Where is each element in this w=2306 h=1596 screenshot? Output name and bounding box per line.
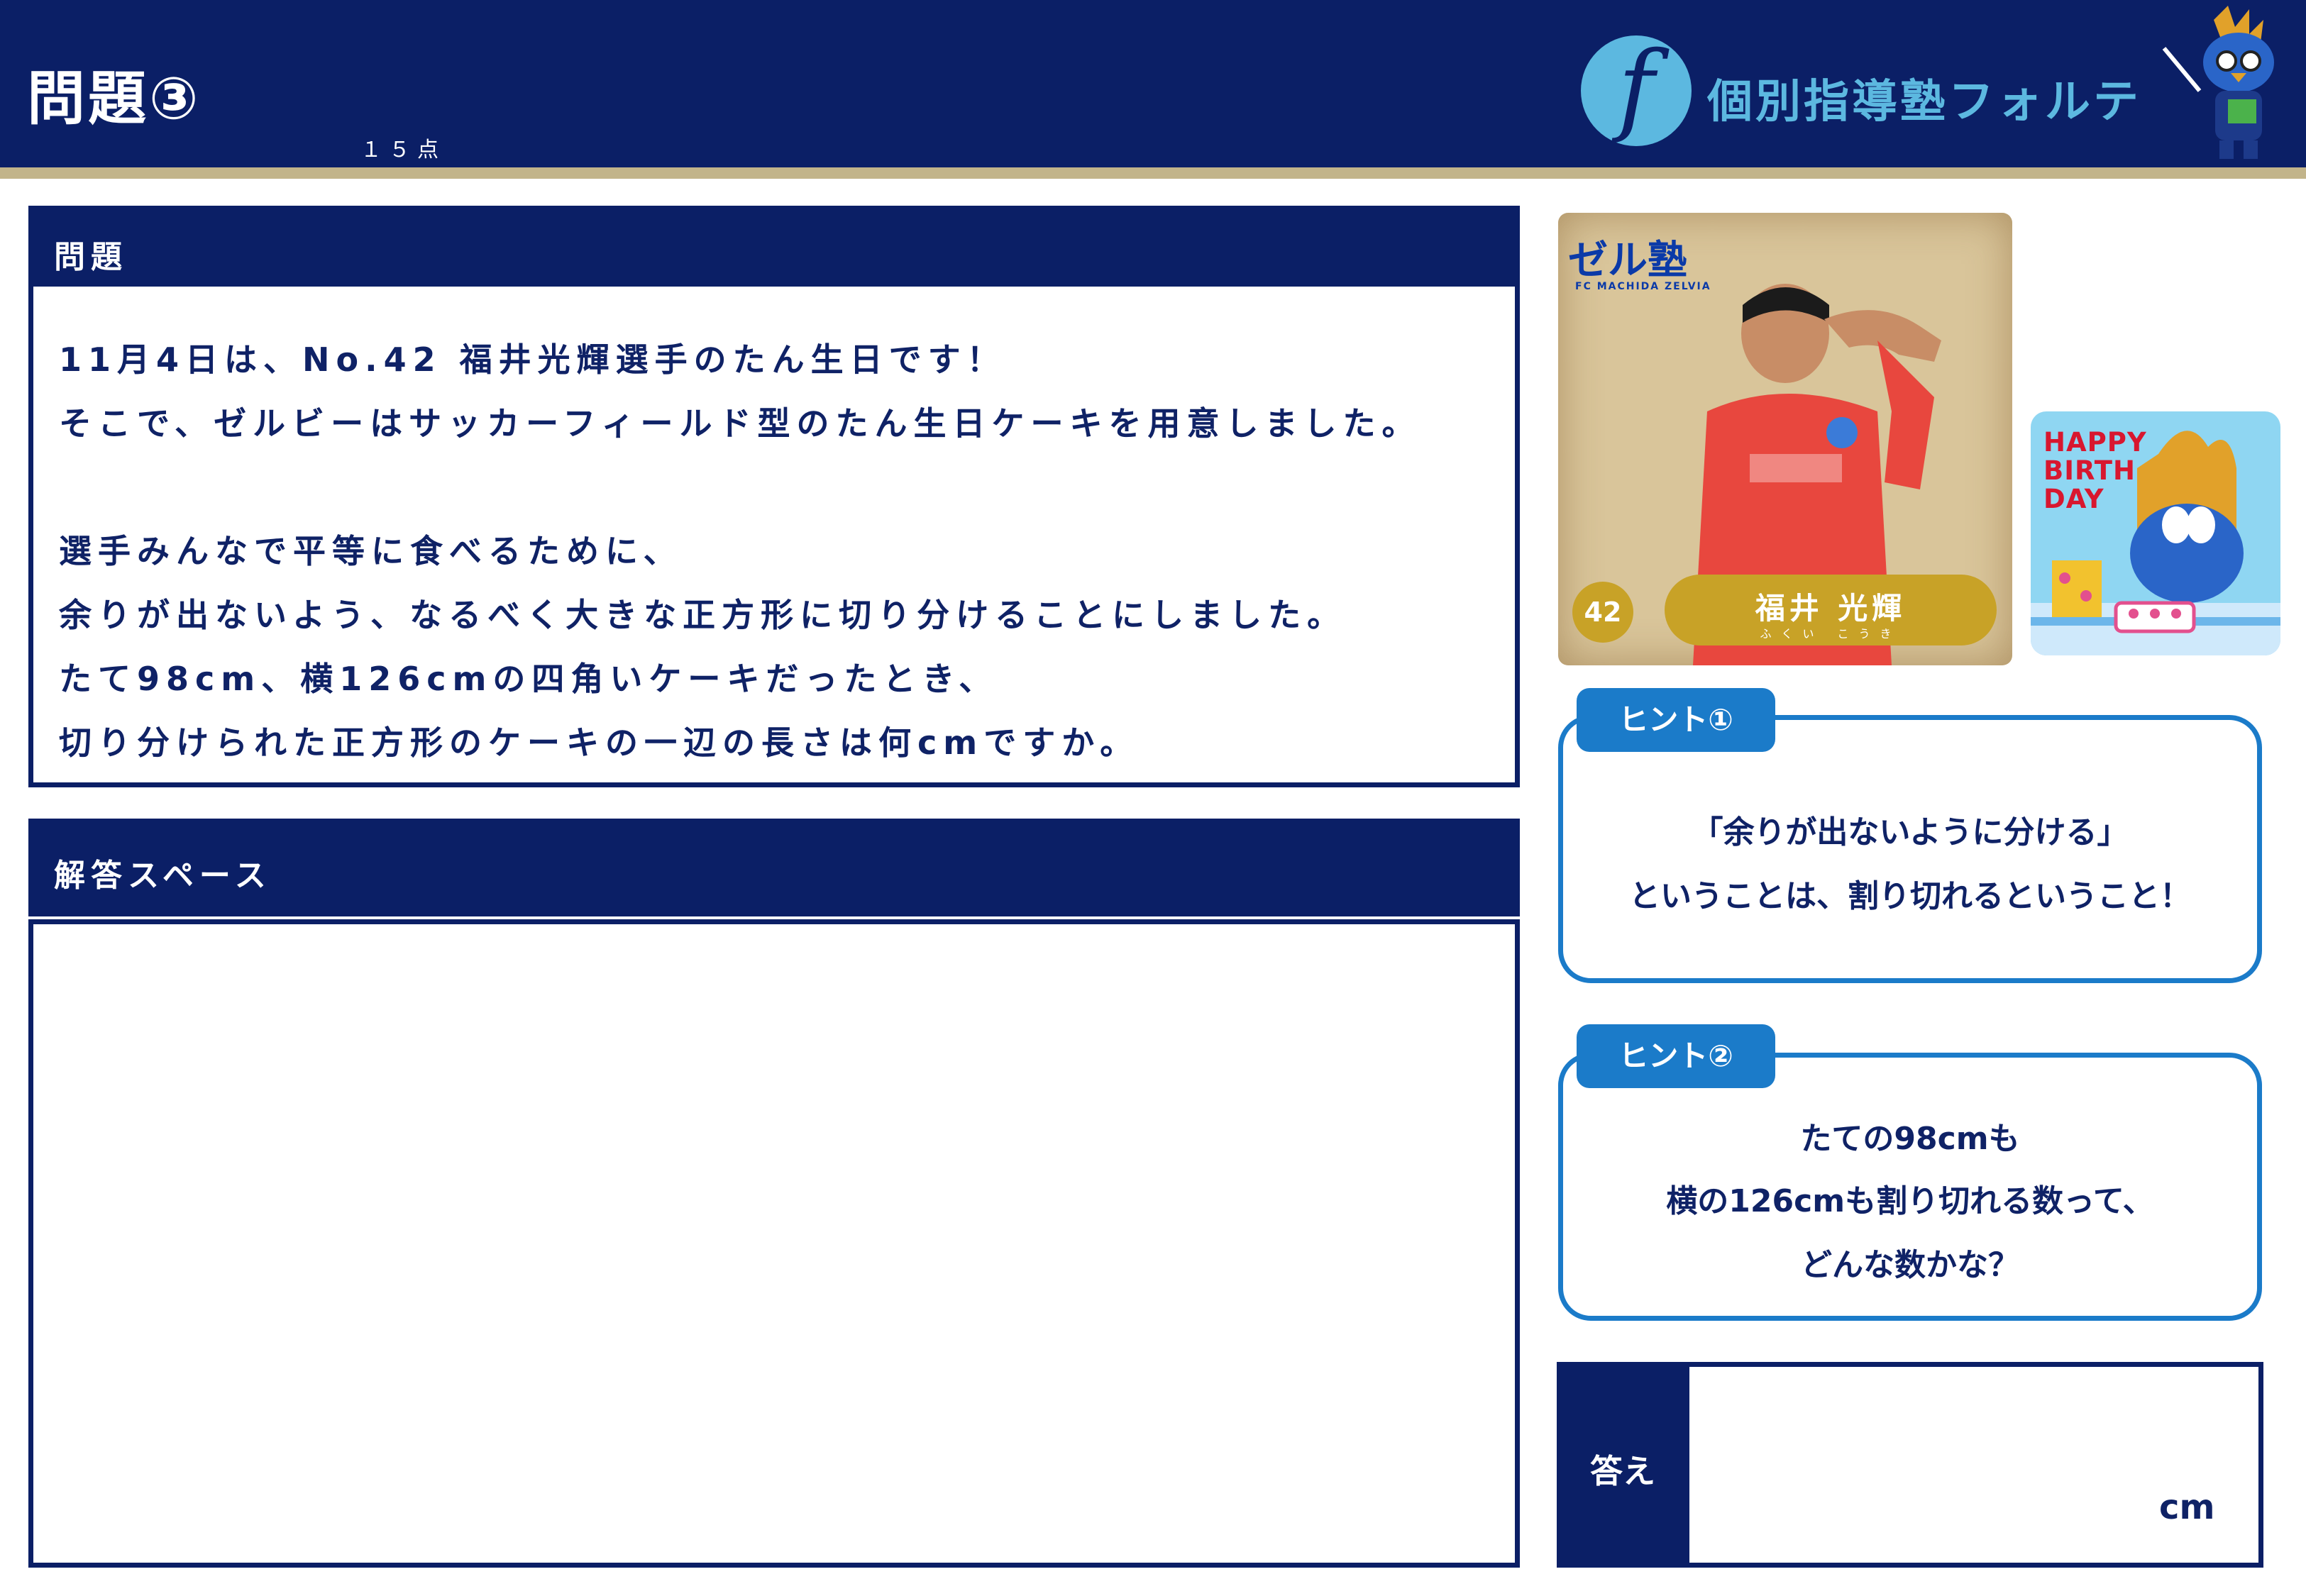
hint-1-line: 「余りが出ないように分ける」 [1692, 814, 2129, 850]
answer-label-box: 答え [1557, 1362, 1689, 1568]
question-box: 11月4日は、No.42 福井光輝選手のたん生日です！ そこで、ゼルビーはサッカ… [28, 287, 1520, 787]
points-label: １５点 [360, 138, 446, 162]
page-title: 問題③ [27, 65, 202, 133]
player-name: 福井 光輝 [1755, 591, 1907, 626]
question-line [59, 455, 1420, 519]
question-line: 切り分けられた正方形のケーキの一辺の長さは何cmですか。 [59, 724, 1140, 762]
birthday-line: HAPPY [2043, 427, 2147, 458]
hint-1-label: ヒント① [1577, 688, 1775, 752]
answer-space-area[interactable] [28, 919, 1520, 1568]
player-name-kana: ふくい こうき [1760, 627, 1902, 641]
question-line: 余りが出ないよう、なるべく大きな正方形に切り分けることにしました。 [59, 596, 1347, 634]
birthday-greeting: HAPPY BIRTH DAY [2043, 428, 2147, 514]
answer-unit: cm [2159, 1487, 2215, 1527]
birthday-line: BIRTH [2043, 455, 2136, 486]
player-card: ゼル塾 FC MACHIDA ZELVIA 42 福井 光輝 ふくい こうき [1558, 213, 2012, 665]
hint-2-line: 横の126cmも割り切れる数って、 [1666, 1183, 2154, 1219]
hint-1-line: ということは、割り切れるということ！ [1629, 878, 2191, 914]
question-text: 11月4日は、No.42 福井光輝選手のたん生日です！ そこで、ゼルビーはサッカ… [59, 328, 1420, 775]
hint-2-label: ヒント② [1577, 1024, 1775, 1088]
hint-2-line: どんな数かな？ [1801, 1247, 2019, 1283]
question-line: たて98cm、横126cmの四角いケーキだったとき、 [59, 660, 998, 698]
logo-letter: f [1618, 31, 1655, 146]
player-name-plate: 福井 光輝 ふくい こうき [1665, 575, 1997, 645]
question-heading: 問題 [54, 239, 128, 275]
player-number: 42 [1584, 597, 1622, 628]
school-logo-icon: f [1581, 35, 1692, 146]
answer-space-heading-bar: 解答スペース [28, 819, 1520, 916]
player-number-badge: 42 [1572, 582, 1633, 643]
answer-space-heading: 解答スペース [54, 858, 272, 894]
question-line: 11月4日は、No.42 福井光輝選手のたん生日です！ [59, 340, 1006, 379]
hint-1-box: 「余りが出ないように分ける」 ということは、割り切れるということ！ [1558, 715, 2262, 983]
school-name: 個別指導塾フォルテ [1707, 76, 2141, 128]
header-divider [0, 167, 2306, 179]
question-line: そこで、ゼルビーはサッカーフィールド型のたん生日ケーキを用意しました。 [59, 404, 1421, 443]
question-heading-bar: 問題 [28, 206, 1520, 291]
answer-label: 答え [1590, 1452, 1655, 1490]
birthday-line: DAY [2043, 484, 2104, 514]
mascot-teacher-icon [2162, 6, 2274, 159]
question-line: 選手みんなで平等に食べるために、 [59, 532, 683, 570]
answer-field[interactable]: cm [1684, 1362, 2263, 1568]
hint-2-line: たての98cmも [1800, 1121, 2020, 1157]
birthday-card: HAPPY BIRTH DAY [2031, 411, 2280, 655]
hint-2-box: たての98cmも 横の126cmも割り切れる数って、 どんな数かな？ [1558, 1053, 2262, 1321]
